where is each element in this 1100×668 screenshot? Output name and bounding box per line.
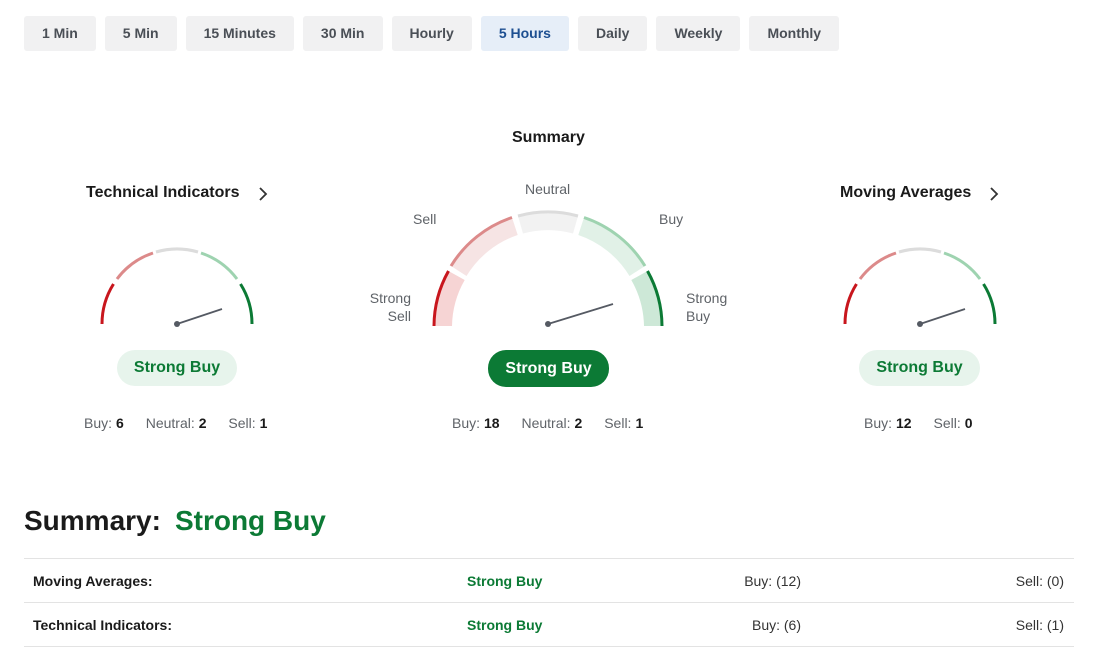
- buy-count: 6: [116, 415, 124, 431]
- gauge-hub: [917, 321, 923, 327]
- buy-count: 12: [896, 415, 912, 431]
- gauge-label-strong-buy: Strong Buy: [686, 289, 727, 325]
- timeframe-tabs: 1 Min 5 Min 15 Minutes 30 Min Hourly 5 H…: [24, 16, 848, 51]
- sell-count: 1: [259, 415, 268, 431]
- summary-heading-label: Summary:: [24, 505, 161, 536]
- gauge-label-neutral: Neutral: [525, 181, 571, 197]
- sell-count: 0: [964, 415, 973, 431]
- buy-label: Buy:: [452, 415, 481, 431]
- table-row: Technical Indicators: Strong Buy Buy: (6…: [24, 603, 1074, 647]
- gauge-label-strong-buy-line2: Buy: [686, 308, 711, 324]
- buy-label: Buy:: [864, 415, 893, 431]
- gauge-label-strong-sell-line1: Strong: [369, 290, 411, 306]
- gauge-label-strong-sell-line2: Sell: [387, 308, 411, 324]
- neutral-count: 2: [574, 415, 583, 431]
- tab-weekly[interactable]: Weekly: [656, 16, 741, 51]
- tab-30-min[interactable]: 30 Min: [302, 16, 383, 51]
- row-sell: Sell: (1): [1015, 617, 1064, 633]
- chevron-right-icon[interactable]: [987, 186, 1001, 202]
- row-name: Moving Averages:: [33, 573, 153, 589]
- table-row: Moving Averages: Strong Buy Buy: (12) Se…: [24, 559, 1074, 603]
- row-buy: Buy: (12): [744, 573, 801, 589]
- summary-gauge: [432, 210, 664, 327]
- buy-count: 18: [484, 415, 500, 431]
- moving-averages-title[interactable]: Moving Averages: [840, 184, 971, 202]
- moving-averages-status-badge: Strong Buy: [859, 350, 980, 386]
- tab-5-hours[interactable]: 5 Hours: [480, 16, 569, 51]
- row-sell: Sell: (0): [1015, 573, 1064, 589]
- sell-label: Sell:: [228, 415, 256, 431]
- neutral-label: Neutral:: [521, 415, 571, 431]
- tab-1-min[interactable]: 1 Min: [24, 16, 96, 51]
- row-signal: Strong Buy: [467, 573, 543, 589]
- summary-gauge-title: Summary: [512, 129, 585, 146]
- technical-indicators-gauge: [100, 247, 254, 327]
- summary-table: Moving Averages: Strong Buy Buy: (12) Se…: [24, 558, 1074, 647]
- buy-label: Buy:: [84, 415, 113, 431]
- technical-indicators-title[interactable]: Technical Indicators: [86, 184, 240, 202]
- neutral-label: Neutral:: [145, 415, 195, 431]
- sell-label: Sell:: [933, 415, 961, 431]
- row-name: Technical Indicators:: [33, 617, 172, 633]
- summary-counts: Buy: 18 Neutral: 2 Sell: 1: [452, 415, 643, 431]
- row-buy: Buy: (6): [751, 617, 801, 633]
- sell-label: Sell:: [604, 415, 632, 431]
- moving-averages-counts: Buy: 12 Sell: 0: [864, 415, 973, 431]
- gauge-hub: [545, 321, 551, 327]
- gauge-label-strong-buy-line1: Strong: [686, 290, 728, 306]
- summary-heading-value: Strong Buy: [174, 505, 326, 536]
- gauge-needle: [547, 303, 614, 325]
- gauge-needle: [919, 308, 966, 325]
- summary-heading: Summary: Strong Buy: [24, 505, 326, 537]
- tab-5-min[interactable]: 5 Min: [104, 16, 177, 51]
- chevron-right-icon[interactable]: [256, 186, 270, 202]
- technical-indicators-counts: Buy: 6 Neutral: 2 Sell: 1: [84, 415, 267, 431]
- tab-monthly[interactable]: Monthly: [749, 16, 840, 51]
- tab-hourly[interactable]: Hourly: [391, 16, 472, 51]
- technical-indicators-status-badge: Strong Buy: [117, 350, 237, 386]
- neutral-count: 2: [198, 415, 207, 431]
- row-signal: Strong Buy: [467, 617, 543, 633]
- gauge-label-strong-sell: Strong Sell: [367, 289, 411, 325]
- summary-status-badge: Strong Buy: [488, 350, 609, 387]
- tab-15-minutes[interactable]: 15 Minutes: [185, 16, 294, 51]
- gauge-hub: [174, 321, 180, 327]
- gauge-needle: [176, 308, 223, 325]
- sell-count: 1: [635, 415, 644, 431]
- tab-daily[interactable]: Daily: [577, 16, 648, 51]
- moving-averages-gauge: [843, 247, 997, 327]
